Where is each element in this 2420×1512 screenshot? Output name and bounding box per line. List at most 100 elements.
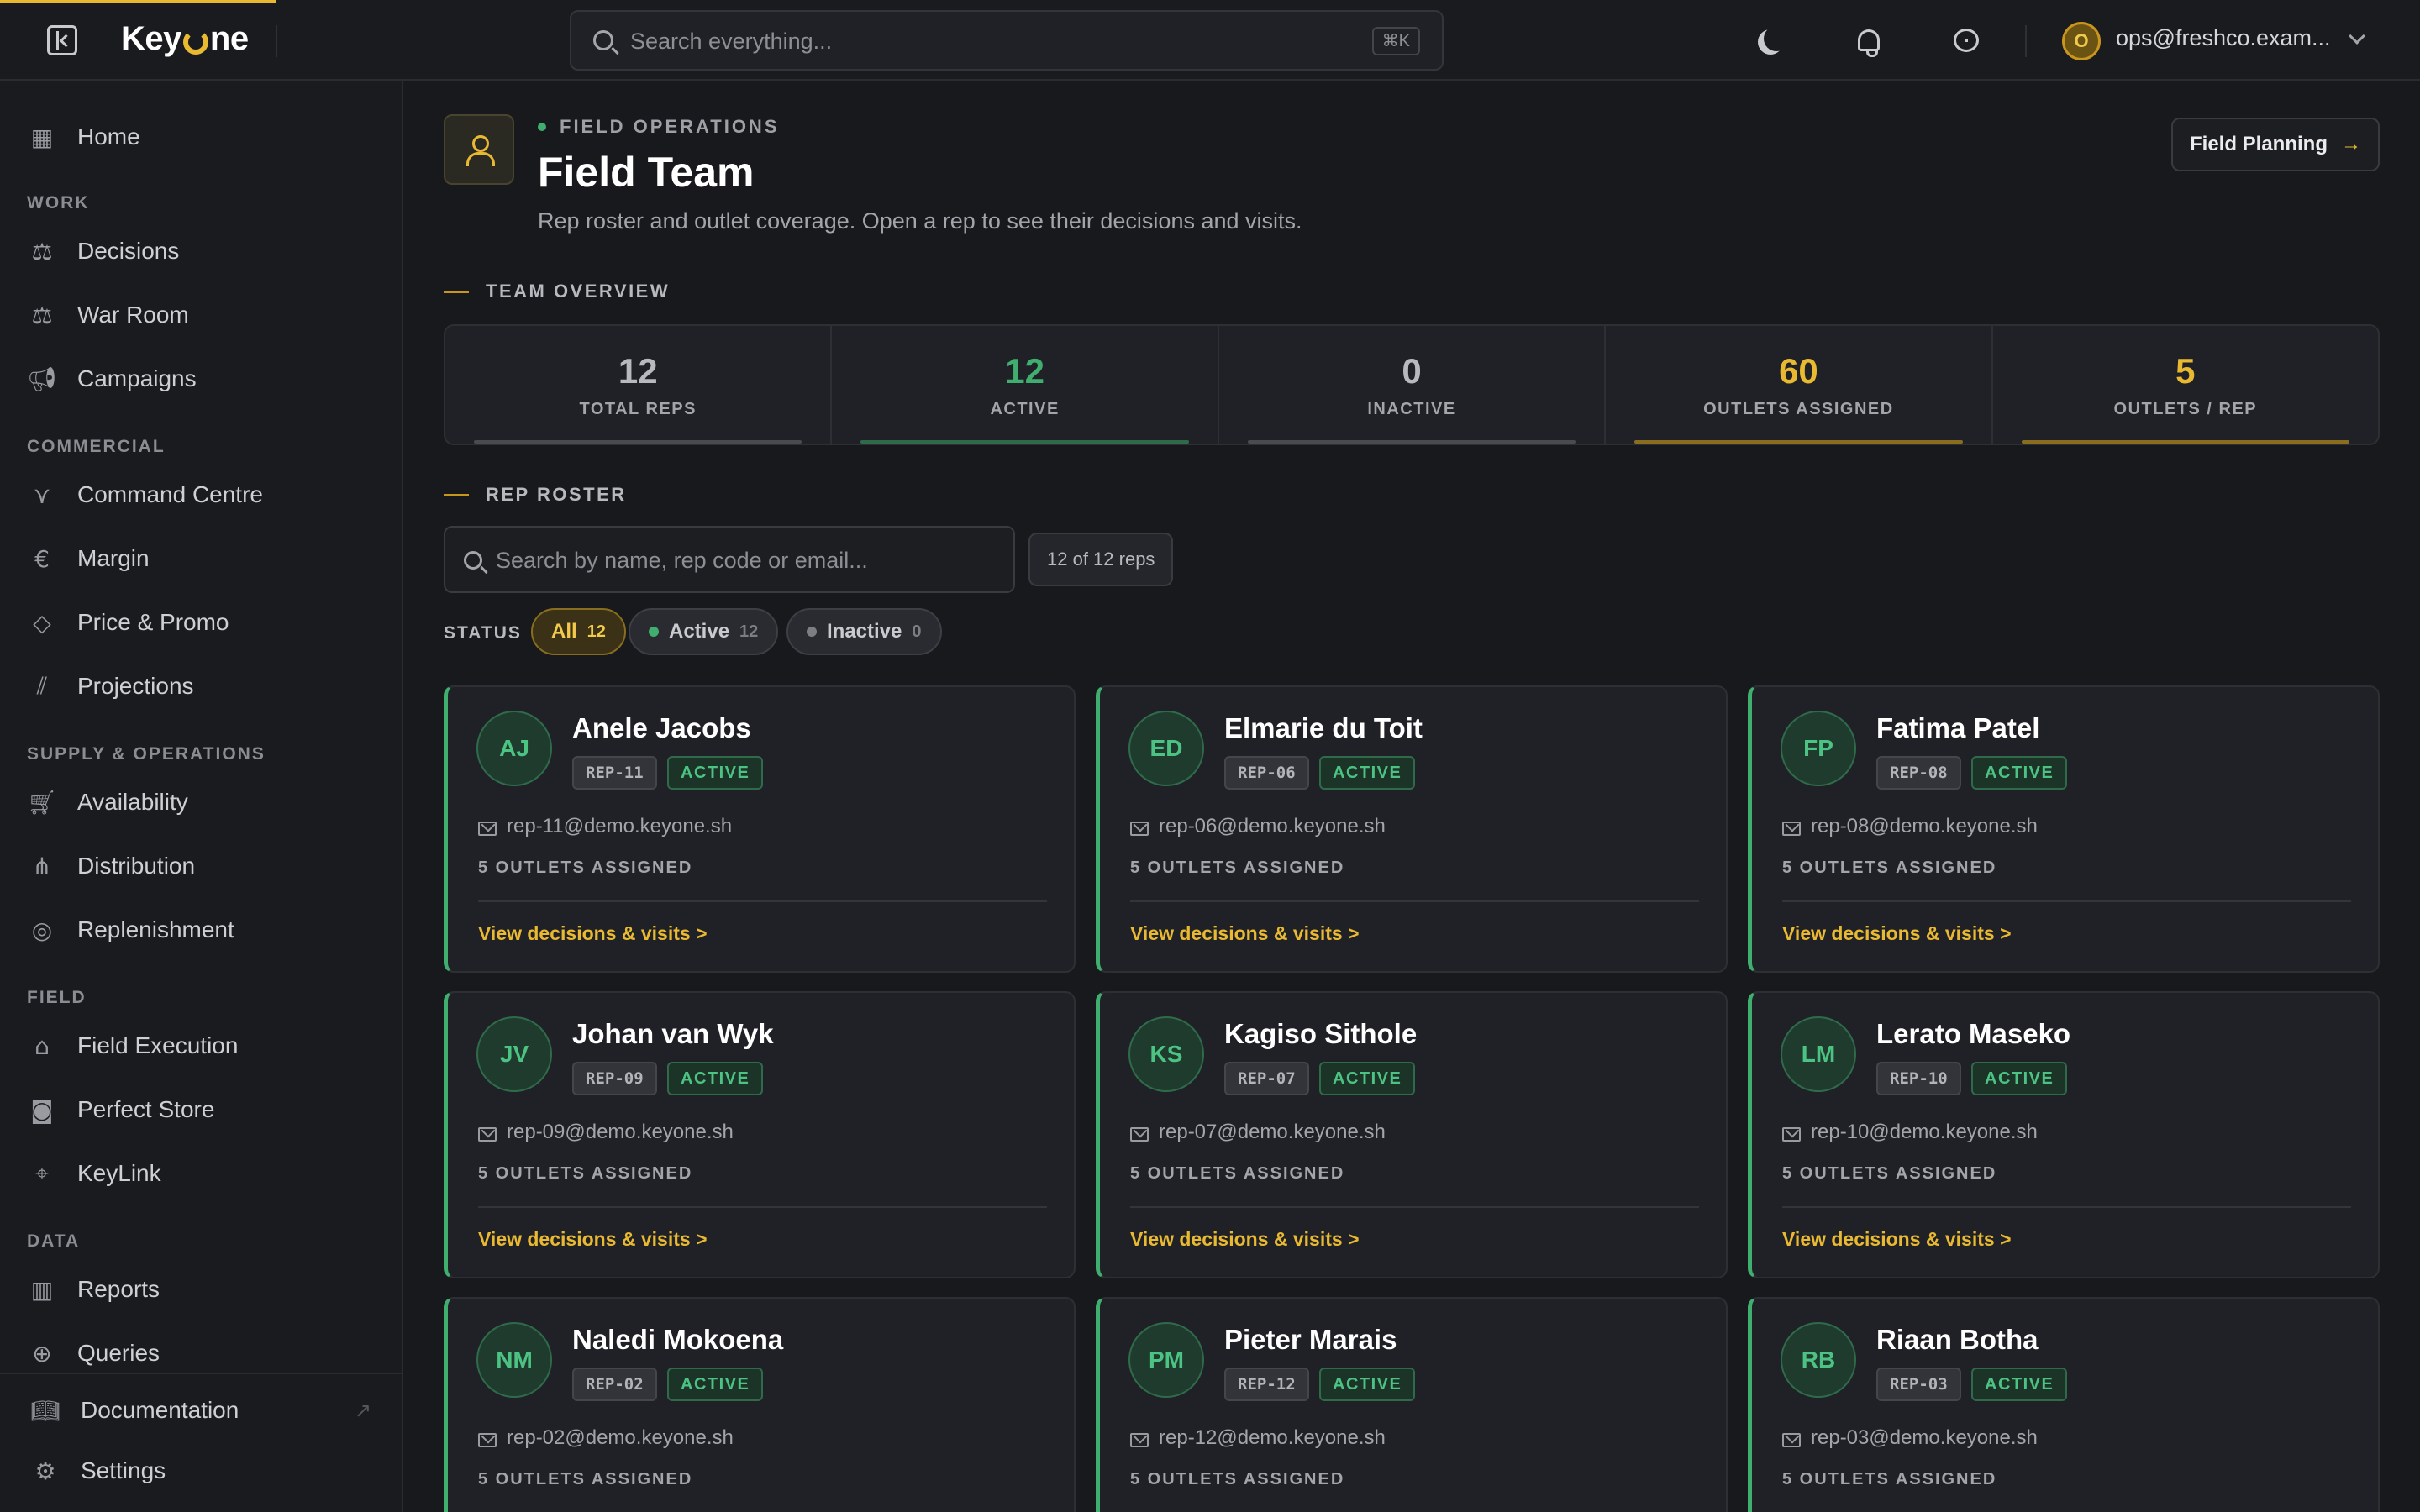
stat-underline (474, 440, 802, 444)
view-decisions-link[interactable]: View decisions & visits > (1130, 922, 1360, 945)
rep-card[interactable]: ED Elmarie du Toit REP-06 ACTIVE rep-06@demo… (1096, 685, 1728, 973)
heading-text: TEAM OVERVIEW (486, 281, 671, 302)
stat-tile: 60 OUTLETS ASSIGNED (1606, 326, 1993, 444)
sidebar-item-label: Projections (77, 673, 194, 699)
mail-icon (478, 822, 497, 836)
chevron-right-icon: > (1348, 922, 1360, 944)
status-badge: ACTIVE (1319, 1062, 1416, 1095)
sidebar-item-label: Distribution (77, 853, 196, 879)
rep-name: Pieter Marais (1224, 1324, 1397, 1355)
rep-search[interactable] (444, 526, 1015, 593)
status-badge: ACTIVE (1971, 1368, 2068, 1401)
rep-roster-heading: REP ROSTER (444, 484, 627, 506)
nodes-icon: ⋔ (32, 852, 52, 880)
notifications-button[interactable] (1852, 24, 1886, 57)
rep-card[interactable]: FP Fatima Patel REP-08 ACTIVE rep-08@demo.ke… (1748, 685, 2380, 973)
app-logo[interactable]: Key ne (121, 20, 249, 58)
global-search-input[interactable] (630, 25, 1302, 57)
sidebar-item-war-room[interactable]: ⚖ War Room (0, 289, 402, 341)
rep-name: Fatima Patel (1876, 712, 2040, 743)
sidebar-item-label: Campaigns (77, 365, 197, 391)
user-email[interactable]: ops@freshco.exam... (2116, 25, 2331, 51)
view-decisions-link[interactable]: View decisions & visits > (478, 1228, 708, 1251)
sidebar-item-documentation[interactable]: 📖︎ Documentation ↗ (0, 1384, 402, 1436)
rep-search-input[interactable] (496, 544, 1000, 576)
view-link-label: View decisions & visits (478, 1228, 691, 1250)
sidebar-footer: 📖︎ Documentation ↗ ⚙ Settings (0, 1373, 402, 1512)
global-search[interactable]: ⌘K (570, 10, 1444, 71)
user-avatar[interactable]: O (2062, 22, 2101, 60)
sidebar-item-price-promo[interactable]: ◇ Price & Promo (0, 596, 402, 648)
rep-card[interactable]: JV Johan van Wyk REP-09 ACTIVE rep-09@demo.k… (444, 991, 1076, 1278)
sidebar-item-decisions[interactable]: ⚖ Decisions (0, 225, 402, 277)
sidebar-item-label: Margin (77, 545, 150, 571)
assistant-chat-button[interactable] (1949, 24, 1983, 57)
sidebar-item-distribution[interactable]: ⋔ Distribution (0, 840, 402, 892)
sidebar-item-replenishment[interactable]: ◎ Replenishment (0, 904, 402, 956)
rep-email: rep-10@demo.keyone.sh (1811, 1121, 2038, 1143)
view-decisions-link[interactable]: View decisions & visits > (1782, 922, 2012, 945)
rep-card[interactable]: NM Naledi Mokoena REP-02 ACTIVE rep-02@demo.… (444, 1297, 1076, 1512)
sidebar-item-label: Perfect Store (77, 1096, 215, 1122)
rep-card[interactable]: AJ Anele Jacobs REP-11 ACTIVE rep-11@demo.ke… (444, 685, 1076, 973)
view-link-label: View decisions & visits (1130, 922, 1343, 944)
sidebar-item-label: Decisions (77, 238, 180, 264)
avatar: JV (476, 1016, 552, 1092)
eyebrow-text: FIELD OPERATIONS (560, 116, 780, 137)
sidebar-item-reports[interactable]: ▥ Reports (0, 1263, 402, 1315)
sidebar-collapse-icon[interactable] (47, 25, 77, 55)
sidebar-item-keylink[interactable]: ⌖ KeyLink (0, 1147, 402, 1200)
sidebar-item-label: Home (77, 123, 140, 150)
rep-card[interactable]: PM Pieter Marais REP-12 ACTIVE rep-12@demo.k… (1096, 1297, 1728, 1512)
sidebar-item-home[interactable]: ▦ Home (0, 111, 402, 163)
rep-name: Lerato Maseko (1876, 1018, 2071, 1049)
chevron-right-icon: > (2000, 1228, 2012, 1250)
filter-label: Inactive (827, 620, 902, 643)
currency-trend-icon: € (34, 544, 50, 573)
view-decisions-link[interactable]: View decisions & visits > (1782, 1228, 2012, 1251)
view-decisions-link[interactable]: View decisions & visits > (1130, 1228, 1360, 1251)
sidebar-item-perfect-store[interactable]: ◙ Perfect Store (0, 1084, 402, 1136)
sidebar-item-queries[interactable]: ⊕ Queries (0, 1327, 402, 1379)
sidebar-item-settings[interactable]: ⚙ Settings (0, 1445, 402, 1497)
filter-pill-active[interactable]: Active 12 (629, 608, 779, 655)
rep-card[interactable]: LM Lerato Maseko REP-10 ACTIVE rep-10@demo.k… (1748, 991, 2380, 1278)
filter-pill-inactive[interactable]: Inactive 0 (786, 608, 942, 655)
field-planning-button[interactable]: Field Planning → (2171, 118, 2380, 171)
rep-card[interactable]: RB Riaan Botha REP-03 ACTIVE rep-03@demo.key… (1748, 1297, 2380, 1512)
rep-email: rep-12@demo.keyone.sh (1159, 1426, 1386, 1449)
sidebar-item-projections[interactable]: ⫽ Projections (0, 660, 402, 712)
sidebar-item-label: War Room (77, 302, 189, 328)
sidebar-item-availability[interactable]: 🛒︎ Availability (0, 776, 402, 828)
filter-pill-all[interactable]: All 12 (531, 608, 626, 655)
mail-icon (1130, 1127, 1149, 1142)
sidebar-item-campaigns[interactable]: 📢︎ Campaigns (0, 353, 402, 405)
search-shortcut-badge: ⌘K (1371, 27, 1420, 55)
status-badge: ACTIVE (667, 756, 764, 790)
chevron-down-icon[interactable] (2349, 28, 2365, 45)
stat-underline (860, 440, 1189, 444)
sidebar-item-margin[interactable]: € Margin (0, 533, 402, 585)
rep-code-badge: REP-11 (572, 756, 657, 790)
rep-outlets: 5 OUTLETS ASSIGNED (1782, 1164, 1997, 1183)
avatar: KS (1128, 1016, 1204, 1092)
filter-count: 0 (912, 622, 922, 641)
rep-outlets: 5 OUTLETS ASSIGNED (1130, 1164, 1345, 1183)
tag-icon: ◇ (33, 608, 51, 637)
trend-lines-icon: ⫽ (36, 672, 48, 700)
rep-card[interactable]: KS Kagiso Sithole REP-07 ACTIVE rep-07@demo.… (1096, 991, 1728, 1278)
rep-code-badge: REP-03 (1876, 1368, 1961, 1401)
heading-accent-bar (444, 493, 469, 496)
sidebar-item-field-execution[interactable]: ⌂ Field Execution (0, 1020, 402, 1072)
rep-code-badge: REP-07 (1224, 1062, 1309, 1095)
gear-icon: ⚙ (34, 1457, 56, 1485)
stat-value: 12 (1005, 351, 1044, 391)
search-plus-icon: ⊕ (32, 1339, 52, 1368)
view-decisions-link[interactable]: View decisions & visits > (478, 922, 708, 945)
sidebar-item-label: Documentation (81, 1397, 239, 1423)
mail-icon (1782, 1127, 1801, 1142)
sidebar-item-command-centre[interactable]: ⋎ Command Centre (0, 469, 402, 521)
card-divider (478, 1206, 1047, 1208)
theme-toggle-button[interactable] (1754, 24, 1788, 57)
heading-text: REP ROSTER (486, 484, 627, 505)
